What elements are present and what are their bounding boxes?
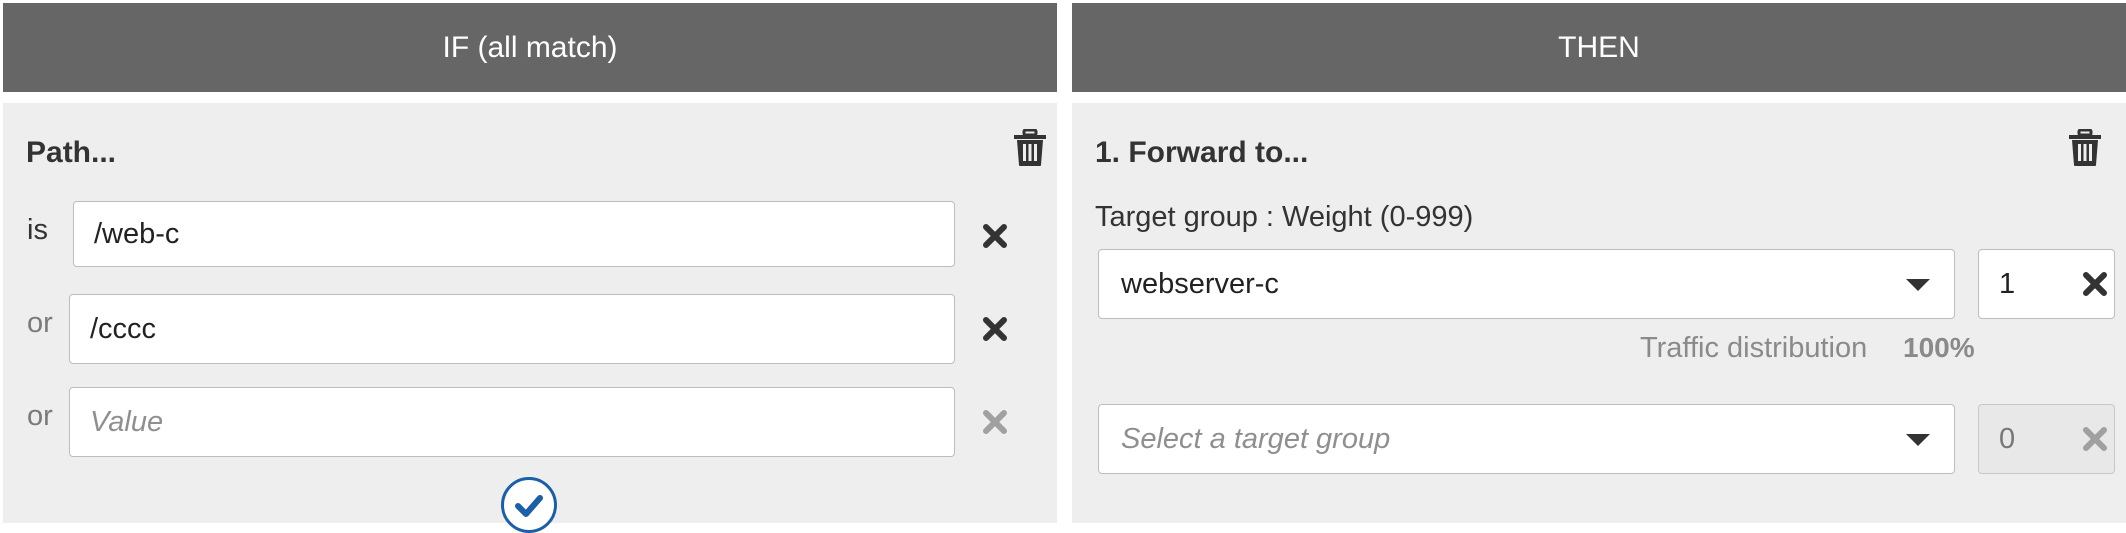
action-title: 1. Forward to... xyxy=(1095,136,1309,169)
condition-operator-label: is xyxy=(27,214,48,246)
path-condition-panel: Path... is /web-c or /cccc or Value xyxy=(3,103,1057,533)
path-value-input[interactable]: /web-c xyxy=(73,201,955,267)
trash-icon[interactable] xyxy=(2068,129,2102,167)
checkmark-icon xyxy=(515,495,543,517)
then-header-title: THEN xyxy=(1558,30,1640,64)
condition-row: or Value xyxy=(3,387,1057,457)
then-column: THEN 1. Forward to... Target group : Wei… xyxy=(1072,3,2126,523)
remove-value-icon[interactable] xyxy=(982,316,1008,342)
target-group-placeholder: Select a target group xyxy=(1121,422,1391,455)
target-group-select-empty[interactable]: Select a target group xyxy=(1098,404,1955,474)
target-group-weight-label: Target group : Weight (0-999) xyxy=(1095,201,1474,233)
condition-row: is /web-c xyxy=(3,201,1057,271)
remove-target-icon[interactable] xyxy=(2082,271,2108,297)
target-group-selected-value: webserver-c xyxy=(1121,267,1279,300)
path-value-input[interactable]: /cccc xyxy=(69,294,955,364)
condition-row: or /cccc xyxy=(3,294,1057,364)
if-column: IF (all match) Path... is /web-c or /ccc… xyxy=(3,3,1057,533)
then-header: THEN xyxy=(1072,3,2126,92)
if-header-title: IF (all match) xyxy=(442,30,618,64)
chevron-down-icon xyxy=(1906,279,1930,291)
remove-value-icon[interactable] xyxy=(982,223,1008,249)
trash-icon[interactable] xyxy=(1013,129,1047,167)
if-header: IF (all match) xyxy=(3,3,1057,92)
condition-operator-label: or xyxy=(27,307,53,339)
remove-value-icon[interactable] xyxy=(982,409,1008,435)
condition-title: Path... xyxy=(26,136,117,169)
forward-action-panel: 1. Forward to... Target group : Weight (… xyxy=(1072,103,2126,523)
confirm-condition-button[interactable] xyxy=(501,477,557,533)
chevron-down-icon xyxy=(1906,434,1930,446)
traffic-distribution-value: 100% xyxy=(1903,332,1975,363)
traffic-distribution-label: Traffic distribution xyxy=(1640,332,1868,364)
target-group-select[interactable]: webserver-c xyxy=(1098,249,1955,319)
path-value-input-empty[interactable]: Value xyxy=(69,387,955,457)
remove-target-icon[interactable] xyxy=(2082,426,2108,452)
condition-operator-label: or xyxy=(27,400,53,432)
